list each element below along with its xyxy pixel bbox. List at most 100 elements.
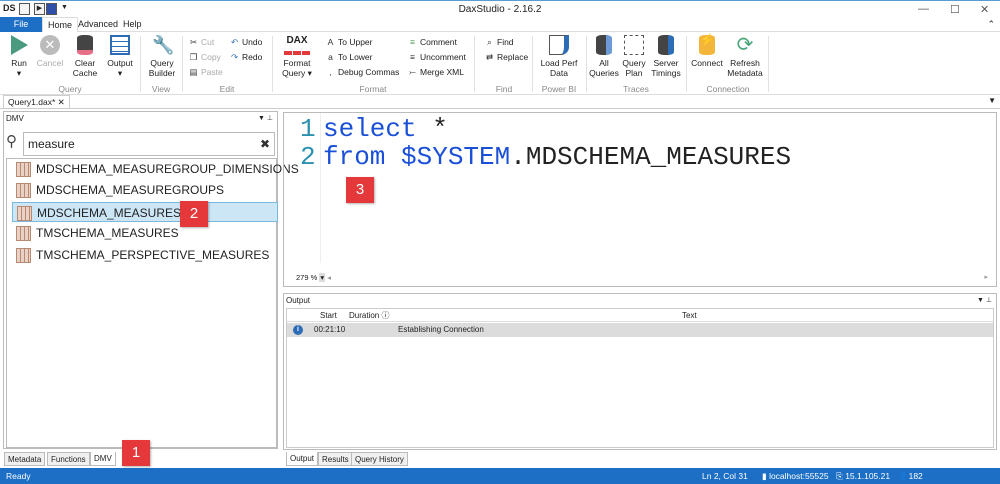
list-item[interactable]: TMSCHEMA_MEASURES [12, 223, 278, 243]
refresh-metadata-button[interactable]: ⟳ Refresh Metadata [726, 35, 764, 78]
zoom-value: 279 % [296, 273, 318, 282]
st-label-1: Server [653, 58, 679, 68]
server-name: localhost:55525 [769, 471, 829, 481]
table-icon [16, 162, 31, 177]
spid-value: 182 [908, 471, 923, 481]
tab-advanced[interactable]: Advanced [73, 17, 123, 32]
panel-options-icon[interactable]: ▼ ⊥ [977, 296, 992, 304]
copy-button[interactable]: ❐ Copy [189, 52, 221, 62]
server-timer-icon [658, 35, 674, 55]
copy-label: Copy [201, 52, 221, 62]
step-badge-1: 1 [122, 440, 150, 466]
output-title: Output [286, 296, 311, 305]
list-item[interactable]: TMSCHEMA_PERSPECTIVE_MEASURES [12, 245, 278, 265]
item-label: MDSCHEMA_MEASURES [37, 206, 182, 220]
connect-button[interactable]: ⚡ Connect [690, 34, 724, 68]
column-start[interactable]: Start [320, 309, 337, 322]
paste-button[interactable]: ▤ Paste [189, 67, 223, 77]
minimize-button[interactable]: — [918, 3, 929, 15]
connect-database-icon: ⚡ [699, 34, 715, 55]
version-icon: ⎘ [836, 471, 843, 481]
load-perf-data-button[interactable]: Load Perf Data [538, 35, 580, 78]
panel-options-icon[interactable]: ▼ ⊥ [258, 114, 273, 122]
redo-button[interactable]: ↷ Redo [230, 52, 262, 62]
tab-results[interactable]: Results [318, 452, 353, 466]
tab-dmv[interactable]: DMV [90, 452, 116, 466]
collapse-ribbon-icon[interactable]: ⌃ [987, 19, 995, 30]
zoom-level-select[interactable]: 279 % ▾ ◂ [296, 273, 331, 282]
maximize-button[interactable]: ☐ [950, 3, 960, 16]
code-line-1: select * [323, 115, 448, 143]
tab-query-history[interactable]: Query History [351, 452, 408, 466]
redo-label: Redo [242, 52, 263, 62]
database-list-icon [596, 35, 612, 55]
tab-metadata[interactable]: Metadata [4, 452, 46, 466]
find-label: Find [497, 37, 514, 47]
tab-functions[interactable]: Functions [47, 452, 90, 466]
tab-file[interactable]: File [0, 17, 42, 32]
dmv-panel: DMV ▼ ⊥ ⚲ measure ✖ MDSCHEMA_MEASUREGROUP… [3, 111, 299, 449]
query-editor[interactable]: 1 2 select * from $SYSTEM.MDSCHEMA_MEASU… [283, 112, 997, 287]
group-label-find: Find [495, 84, 513, 94]
to-lower-button[interactable]: a To Lower [326, 52, 373, 62]
format-query-button[interactable]: DAX Format Query ▾ [280, 35, 314, 78]
cut-button[interactable]: ✂ Cut [189, 37, 214, 47]
system-keyword: $SYSTEM [385, 142, 511, 172]
comment-label: Comment [420, 37, 457, 47]
clear-search-icon[interactable]: ✖ [260, 133, 270, 155]
list-item[interactable]: MDSCHEMA_MEASUREGROUP_DIMENSIONS [12, 159, 299, 179]
database-eraser-icon [77, 35, 93, 55]
dmv-search-input[interactable]: measure ✖ [23, 132, 275, 156]
aq-label-1: All [599, 58, 609, 68]
uncomment-button[interactable]: ≡ Uncomment [408, 52, 466, 62]
all-queries-button[interactable]: All Queries [588, 35, 620, 78]
clear-cache-button[interactable]: Clear Cache [70, 35, 100, 78]
spid-status: 👤182 [898, 468, 923, 484]
scroll-right-icon[interactable]: ▸ [984, 273, 988, 281]
close-button[interactable]: ✕ [980, 3, 989, 16]
paste-label: Paste [201, 67, 223, 77]
debug-commas-button[interactable]: , Debug Commas [326, 67, 399, 77]
list-item-selected[interactable]: MDSCHEMA_MEASURES [12, 202, 278, 222]
close-tab-icon[interactable]: ✕ [58, 97, 65, 107]
group-label-view: View [151, 84, 171, 94]
doc-tab-query1[interactable]: Query1.dax* ✕ [3, 95, 70, 109]
fq-label-1: Format [283, 58, 311, 68]
tab-list-dropdown-icon[interactable]: ▼ [988, 96, 996, 105]
scissors-icon: ✂ [189, 37, 198, 47]
replace-button[interactable]: ⇄ Replace [485, 52, 528, 62]
code-line-2: from $SYSTEM.MDSCHEMA_MEASURES [323, 143, 791, 171]
to-upper-button[interactable]: A To Upper [326, 37, 373, 47]
debug-commas-label: Debug Commas [338, 67, 400, 77]
to-lower-label: To Lower [338, 52, 373, 62]
table-row[interactable]: i 00:21:10 Establishing Connection [287, 323, 993, 337]
undo-button[interactable]: ↶ Undo [230, 37, 262, 47]
find-button[interactable]: ⌕ Find [485, 37, 514, 47]
column-duration[interactable]: Duration ⓘ [349, 309, 389, 322]
user-icon: 👤 [898, 471, 909, 481]
comment-button[interactable]: ≡ Comment [408, 37, 457, 47]
query-plan-button[interactable]: Query Plan [620, 35, 648, 78]
run-button[interactable]: Run ▾ [6, 35, 32, 78]
item-label: MDSCHEMA_MEASUREGROUP_DIMENSIONS [36, 162, 299, 176]
line-number: 2 [300, 142, 316, 172]
to-upper-label: To Upper [338, 37, 373, 47]
cursor-position: Ln 2, Col 31 [702, 471, 748, 481]
output-button[interactable]: Output ▾ [104, 35, 136, 78]
list-item[interactable]: MDSCHEMA_MEASUREGROUPS [12, 180, 278, 200]
server-timings-button[interactable]: Server Timings [650, 35, 682, 78]
perf-chart-icon [549, 35, 569, 55]
tab-output[interactable]: Output [286, 452, 319, 466]
step-badge-2: 2 [180, 201, 208, 227]
tab-help[interactable]: Help [118, 17, 147, 32]
replace-label: Replace [497, 52, 529, 62]
wrench-icon: 🔧 [152, 35, 175, 55]
cancel-button[interactable]: ✕ Cancel [34, 35, 66, 68]
query-builder-button[interactable]: 🔧 Query Builder [146, 35, 178, 78]
group-label-traces: Traces [623, 84, 649, 94]
merge-xml-button[interactable]: ⤚ Merge XML [408, 67, 464, 77]
group-label-format: Format [359, 84, 387, 94]
lowercase-a-icon: a [328, 52, 333, 62]
clear-cache-label-1: Clear [74, 58, 96, 68]
column-text[interactable]: Text [682, 309, 697, 322]
